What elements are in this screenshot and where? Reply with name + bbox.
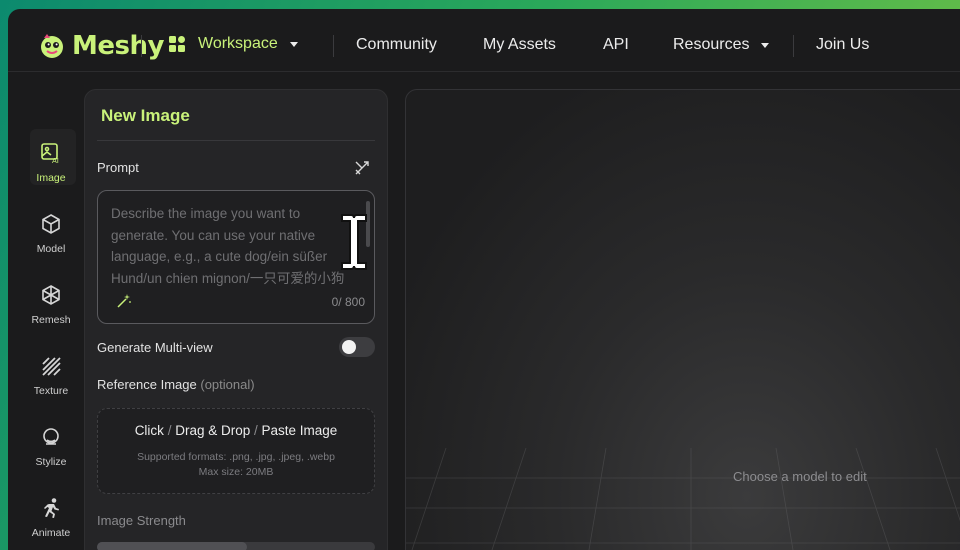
workspace-icon	[169, 36, 185, 52]
separator: /	[250, 423, 262, 438]
nav-api-label: API	[603, 36, 629, 53]
char-counter: 0/ 800	[331, 295, 365, 309]
nav-community[interactable]: Community	[356, 36, 437, 54]
nav-resources[interactable]: Resources	[673, 36, 770, 54]
nav-community-label: Community	[356, 36, 437, 53]
slider-fill	[97, 542, 247, 550]
meshy-logo-icon	[41, 34, 63, 58]
rail-item-stylize[interactable]: Stylize	[8, 426, 94, 468]
cube-icon	[42, 214, 60, 234]
multiview-label: Generate Multi-view	[97, 340, 213, 355]
nav-api[interactable]: API	[603, 36, 629, 54]
rail-item-remesh[interactable]: Remesh	[8, 284, 94, 326]
panel-title: New Image	[101, 106, 190, 125]
nav-my-assets[interactable]: My Assets	[483, 36, 556, 54]
nav-my-assets-label: My Assets	[483, 36, 556, 53]
magic-wand-icon[interactable]	[116, 293, 132, 309]
run-icon	[44, 498, 59, 518]
rail-item-label: Stylize	[35, 456, 67, 468]
prompt-placeholder: Describe the image you want to generate.…	[111, 206, 345, 286]
rail-item-texture[interactable]: Texture	[8, 355, 94, 397]
stylize-icon	[43, 428, 59, 445]
app-window: Meshy Workspace Community My Assets API …	[8, 9, 960, 550]
nav-join-us-label: Join Us	[816, 36, 870, 53]
texture-icon	[42, 357, 61, 376]
nav-workspace[interactable]: Workspace	[168, 35, 298, 53]
model-viewport[interactable]: Choose a model to edit	[405, 89, 960, 550]
nav-join-us[interactable]: Join Us	[816, 36, 869, 54]
viewport-empty-message: Choose a model to edit	[733, 469, 867, 484]
dropzone-formats: Supported formats: .png, .jpg, .jpeg, .w…	[137, 451, 335, 463]
rail-item-image[interactable]: AI Image	[8, 142, 94, 184]
dropzone-drag: Drag & Drop	[175, 423, 251, 438]
panel-divider	[97, 140, 375, 141]
brand-name: Meshy	[72, 31, 164, 61]
image-dropzone[interactable]: Click / Drag & Drop / Paste Image Suppor…	[97, 408, 375, 494]
rail-item-label: Texture	[33, 385, 69, 397]
image-strength-slider[interactable]	[97, 542, 375, 550]
reference-label-text: Reference Image	[97, 377, 197, 392]
top-nav: Meshy Workspace Community My Assets API …	[8, 9, 960, 72]
text-cursor-icon	[341, 214, 367, 270]
rail-item-animate[interactable]: Animate	[8, 497, 94, 539]
nav-divider	[333, 35, 334, 57]
rail-item-label: Animate	[31, 527, 71, 539]
nav-resources-label: Resources	[673, 36, 750, 53]
chevron-down-icon	[289, 41, 298, 47]
separator: /	[163, 423, 176, 438]
dropzone-hint: Supported formats: .png, .jpg, .jpeg, .w…	[98, 450, 374, 480]
new-image-panel: New Image Prompt Describe the image you …	[84, 89, 388, 550]
optional-tag: (optional)	[200, 377, 255, 392]
toggle-knob	[342, 340, 356, 354]
multiview-toggle[interactable]	[339, 337, 375, 357]
dropzone-click: Click	[134, 423, 164, 438]
rail-item-label: Image	[36, 172, 66, 184]
dropzone-paste: Paste Image	[261, 423, 338, 438]
dropzone-actions: Click / Drag & Drop / Paste Image	[98, 423, 374, 438]
image-ai-icon: AI	[41, 143, 59, 164]
nav-divider	[141, 35, 142, 57]
nav-workspace-label: Workspace	[198, 35, 278, 52]
rail-item-label: Model	[36, 243, 66, 255]
svg-text:AI: AI	[52, 157, 59, 164]
prompt-input[interactable]: Describe the image you want to generate.…	[97, 190, 375, 324]
rail-item-model[interactable]: Model	[8, 213, 94, 255]
chevron-down-icon	[761, 42, 770, 48]
image-strength-label: Image Strength	[97, 513, 186, 528]
floor-grid	[406, 448, 960, 550]
tools-icon[interactable]	[354, 160, 370, 176]
brand-logo[interactable]: Meshy	[38, 31, 164, 61]
tool-rail: AI Image Model Remesh Texture Stylize An…	[8, 72, 84, 550]
prompt-label: Prompt	[97, 160, 139, 175]
remesh-icon	[42, 285, 60, 305]
dropzone-size: Max size: 20MB	[198, 466, 274, 478]
nav-divider	[793, 35, 794, 57]
rail-item-label: Remesh	[31, 314, 71, 326]
reference-image-label: Reference Image (optional)	[97, 377, 255, 392]
